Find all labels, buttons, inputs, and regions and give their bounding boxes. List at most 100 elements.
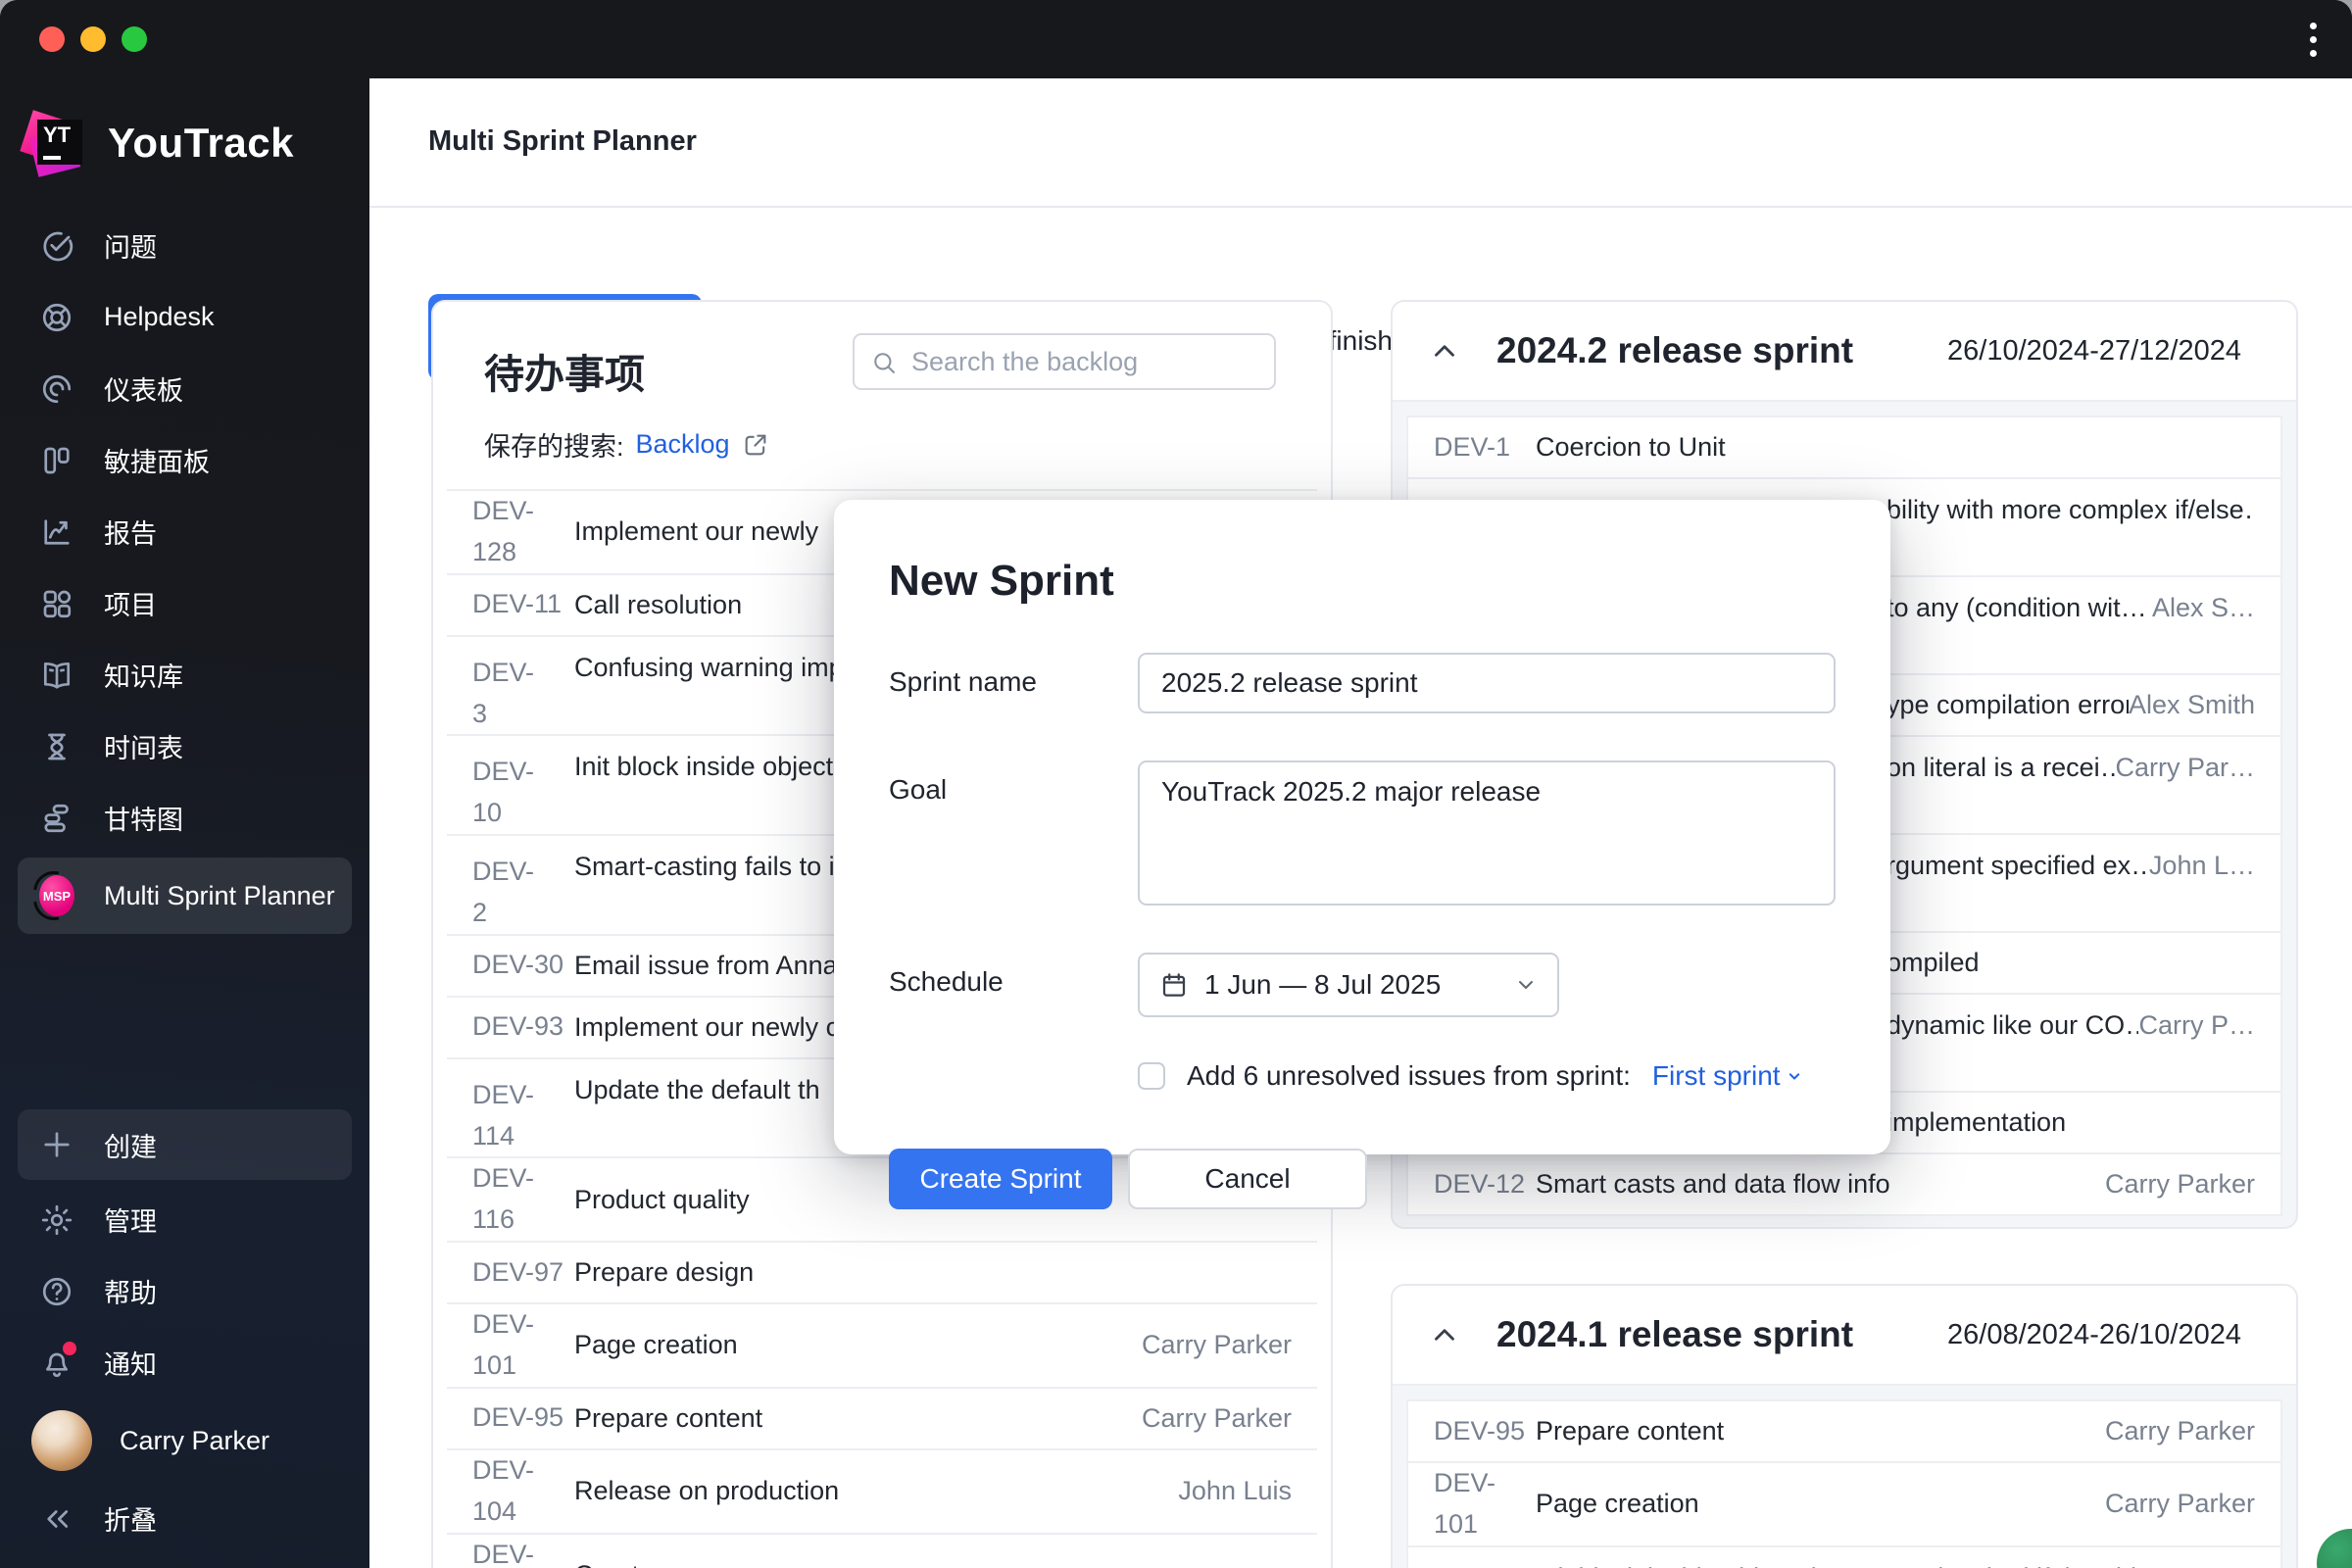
- issue-row[interactable]: DEV-101 Page creation Carry Parker: [1408, 1463, 2280, 1547]
- new-sprint-dialog: New Sprint Sprint name Goal YouTrack 202…: [834, 500, 1890, 1209]
- cancel-button[interactable]: Cancel: [1128, 1149, 1367, 1209]
- schedule-value: 1 Jun — 8 Jul 2025: [1204, 969, 1442, 1000]
- sprint-title: 2024.1 release sprint: [1496, 1314, 1854, 1354]
- dialog-title: New Sprint: [889, 557, 1114, 605]
- zoom-window-button[interactable]: [122, 26, 147, 52]
- close-window-button[interactable]: [39, 26, 65, 52]
- issue-id: DEV- 10: [472, 757, 535, 828]
- issue-summary: Init block inside object doesn't get inv…: [1536, 1563, 2157, 1568]
- help-icon: [39, 1274, 74, 1309]
- source-sprint-link[interactable]: First sprint: [1652, 1060, 1804, 1092]
- sprint-dates: 26/10/2024-27/12/2024: [1947, 334, 2241, 367]
- sprint-name-label: Sprint name: [889, 666, 1037, 697]
- notification-badge: [63, 1341, 76, 1355]
- issue-id: DEV-104: [472, 1454, 535, 1526]
- issue-id: DEV-11: [472, 589, 563, 619]
- sidebar-item-label: 仪表板: [104, 376, 183, 406]
- issue-row[interactable]: DEV-95 Prepare content Carry Parker: [1408, 1401, 2280, 1463]
- sprint-title: 2024.2 release sprint: [1496, 330, 1854, 370]
- issue-summary: Prepare design: [574, 1257, 755, 1288]
- saved-search-link[interactable]: Backlog: [636, 429, 730, 460]
- add-unresolved-checkbox[interactable]: [1138, 1062, 1165, 1090]
- sidebar-item-dashboards[interactable]: 仪表板: [0, 353, 369, 424]
- issue-assignee: Alex Smith: [2128, 690, 2255, 719]
- sidebar-item-create[interactable]: 创建: [18, 1109, 352, 1180]
- chart-icon: [39, 514, 74, 550]
- sidebar-item-label: 时间表: [104, 734, 183, 763]
- sidebar-item-collapse[interactable]: 折叠: [0, 1483, 369, 1554]
- collapse-sprint-icon[interactable]: [1428, 1318, 1461, 1351]
- issue-summary: Create new page: [574, 1560, 1292, 1568]
- sidebar-item-issues[interactable]: 问题: [0, 210, 369, 281]
- sidebar-item-label: 通知: [104, 1350, 157, 1380]
- bell-icon: [39, 1341, 76, 1381]
- sidebar-item-notifications[interactable]: 通知: [0, 1327, 369, 1398]
- sidebar-item-label: 问题: [104, 233, 157, 263]
- issue-id: DEV-93: [472, 1011, 564, 1042]
- issue-row[interactable]: DEV-97 Prepare design: [447, 1243, 1317, 1305]
- gantt-icon: [39, 801, 74, 836]
- sidebar-item-help[interactable]: 帮助: [0, 1255, 369, 1327]
- youtrack-logo-icon: YT: [20, 110, 86, 177]
- issue-row[interactable]: DEV-101 Page creation Carry Parker: [447, 1304, 1317, 1389]
- sidebar-user[interactable]: Carry Parker: [0, 1398, 369, 1483]
- gauge-icon: [39, 371, 74, 407]
- create-sprint-button[interactable]: Create Sprint: [889, 1149, 1112, 1209]
- sidebar-item-helpdesk[interactable]: Helpdesk: [0, 281, 369, 353]
- source-sprint-label: First sprint: [1651, 1060, 1781, 1091]
- backlog-search-field: [853, 333, 1276, 390]
- sidebar-item-agile-boards[interactable]: 敏捷面板: [0, 424, 369, 496]
- issue-assignee: John Luis: [1178, 1476, 1292, 1506]
- sidebar-footer-nav: 创建管理帮助通知 Carry Parker 折叠: [0, 1105, 369, 1568]
- issue-row[interactable]: DEV-1 Coercion to Unit: [1408, 417, 2280, 479]
- issue-row[interactable]: DEV-Init block inside object doesn't get…: [1408, 1546, 2280, 1568]
- sidebar-item-projects[interactable]: 项目: [0, 567, 369, 639]
- sidebar-item-label: 管理: [104, 1207, 157, 1237]
- issue-row[interactable]: DEV-95 Prepare content Carry Parker: [447, 1388, 1317, 1450]
- issue-id: DEV- 3: [472, 657, 535, 728]
- external-link-icon[interactable]: [742, 431, 769, 459]
- issue-summary: Coercion to Unit: [1536, 432, 1726, 462]
- sidebar-item-knowledge-base[interactable]: 知识库: [0, 639, 369, 710]
- user-name: Carry Parker: [120, 1425, 270, 1455]
- issue-id: DEV-102: [472, 1539, 535, 1568]
- issue-row[interactable]: DEV-104 Release on production John Luis: [447, 1449, 1317, 1535]
- schedule-label: Schedule: [889, 966, 1004, 997]
- grid-icon: [39, 586, 74, 621]
- goal-label: Goal: [889, 774, 948, 805]
- sidebar-item-multi-sprint-planner[interactable]: MSP Multi Sprint Planner: [18, 858, 352, 934]
- issue-id: DEV-116: [472, 1163, 535, 1235]
- issue-assignee: Carry Parker: [2104, 1416, 2255, 1446]
- sidebar-item-label: Helpdesk: [104, 302, 215, 331]
- issue-row[interactable]: DEV-102 Create new page: [447, 1534, 1317, 1568]
- sidebar-item-gantt-charts[interactable]: 甘特图: [0, 782, 369, 854]
- sidebar-item-label: 知识库: [104, 662, 183, 692]
- kebab-menu-icon[interactable]: [2295, 22, 2330, 57]
- sidebar-item-timesheets[interactable]: 时间表: [0, 710, 369, 782]
- calendar-icon: [1159, 970, 1189, 1000]
- issue-assignee: Carry P…: [2138, 1010, 2255, 1040]
- sprint-dates: 26/08/2024-26/10/2024: [1947, 1318, 2241, 1350]
- goal-textarea[interactable]: YouTrack 2025.2 major release: [1138, 760, 1836, 906]
- chevron-down-icon: [1514, 973, 1538, 997]
- issue-assignee: Carry …: [2157, 1563, 2256, 1568]
- issue-summary: Prepare content: [574, 1402, 763, 1433]
- sidebar-item-reports[interactable]: 报告: [0, 496, 369, 567]
- plus-icon: [39, 1127, 74, 1162]
- sidebar-item-label: 创建: [104, 1132, 157, 1162]
- issue-id: DEV- 114: [472, 1079, 535, 1151]
- sidebar-nav: 问题 Helpdesk 仪表板敏捷面板 报告 项目知识库时间表甘特图 MSP Multi S…: [0, 210, 369, 938]
- app-logo[interactable]: YT YouTrack: [20, 110, 369, 177]
- sprint-panel: 2024.1 release sprint 26/08/2024-26/10/2…: [1391, 1284, 2298, 1568]
- minimize-window-button[interactable]: [80, 26, 106, 52]
- collapse-sprint-icon[interactable]: [1428, 334, 1461, 368]
- sidebar-item-settings[interactable]: 管理: [0, 1184, 369, 1255]
- issue-id: DEV-: [1434, 1563, 1536, 1568]
- sprint-name-input[interactable]: [1138, 653, 1836, 713]
- issue-summary: Prepare content: [1536, 1416, 1725, 1446]
- issue-summary: Page creation: [574, 1330, 738, 1360]
- backlog-search-input[interactable]: [855, 335, 1274, 388]
- app-logo-label: YouTrack: [108, 120, 294, 166]
- schedule-select[interactable]: 1 Jun — 8 Jul 2025: [1138, 953, 1559, 1017]
- sidebar: YT YouTrack 问题 Helpdesk 仪表板敏捷面板 报告 项目知识库时间表甘…: [0, 78, 369, 1568]
